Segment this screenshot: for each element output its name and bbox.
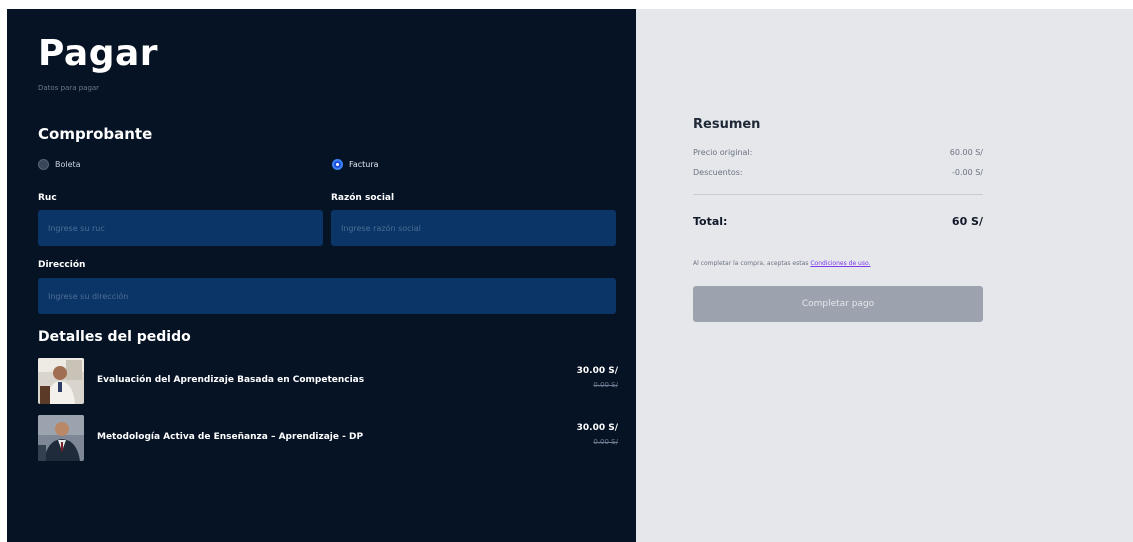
discount-label: Descuentos: bbox=[693, 168, 743, 177]
radio-boleta-indicator[interactable] bbox=[38, 159, 49, 170]
radio-factura-indicator[interactable] bbox=[332, 159, 343, 170]
order-item-name: Evaluación del Aprendizaje Basada en Com… bbox=[97, 375, 365, 385]
course-thumbnail-image bbox=[38, 415, 84, 461]
summary-divider bbox=[693, 194, 983, 195]
direccion-label: Dirección bbox=[38, 260, 86, 270]
razon-social-input[interactable] bbox=[331, 210, 616, 246]
original-price-label: Precio original: bbox=[693, 148, 753, 157]
original-price-row: Precio original: 60.00 S/ bbox=[693, 148, 983, 157]
terms-link[interactable]: Condiciones de uso. bbox=[810, 260, 870, 267]
order-item-old-price: 0.00 S/ bbox=[593, 381, 618, 389]
discount-value: -0.00 S/ bbox=[951, 168, 983, 177]
order-item-price: 30.00 S/ bbox=[576, 366, 618, 376]
terms-notice: Al completar la compra, aceptas estas Co… bbox=[693, 260, 870, 267]
order-item-price: 30.00 S/ bbox=[576, 423, 618, 433]
order-item: Evaluación del Aprendizaje Basada en Com… bbox=[38, 358, 618, 408]
radio-factura[interactable]: Factura bbox=[332, 159, 379, 170]
course-thumbnail bbox=[38, 358, 84, 404]
order-item: Metodología Activa de Enseñanza – Aprend… bbox=[38, 415, 618, 465]
summary-title: Resumen bbox=[693, 117, 761, 132]
order-item-old-price: 0.00 S/ bbox=[593, 438, 618, 446]
original-price-value: 60.00 S/ bbox=[949, 148, 983, 157]
order-section-title: Detalles del pedido bbox=[38, 329, 191, 345]
receipt-section-title: Comprobante bbox=[38, 125, 153, 143]
course-thumbnail bbox=[38, 415, 84, 461]
radio-boleta[interactable]: Boleta bbox=[38, 159, 81, 170]
summary-panel: Resumen Precio original: 60.00 S/ Descue… bbox=[636, 9, 1133, 542]
ruc-input[interactable] bbox=[38, 210, 323, 246]
discount-row: Descuentos: -0.00 S/ bbox=[693, 168, 983, 177]
radio-boleta-label: Boleta bbox=[55, 160, 81, 169]
ruc-label: Ruc bbox=[38, 193, 57, 203]
direccion-input[interactable] bbox=[38, 278, 616, 314]
terms-text: Al completar la compra, aceptas estas bbox=[693, 260, 809, 267]
razon-social-label: Razón social bbox=[331, 193, 395, 203]
checkout-form-panel: Pagar Datos para pagar Comprobante Bolet… bbox=[7, 9, 636, 542]
complete-payment-button[interactable]: Completar pago bbox=[693, 286, 983, 322]
order-item-name: Metodología Activa de Enseñanza – Aprend… bbox=[97, 432, 364, 442]
total-value: 60 S/ bbox=[951, 215, 983, 228]
radio-factura-label: Factura bbox=[349, 160, 379, 169]
page-title: Pagar bbox=[38, 33, 159, 74]
course-thumbnail-image bbox=[38, 358, 84, 404]
page-subtitle: Datos para pagar bbox=[38, 84, 100, 92]
